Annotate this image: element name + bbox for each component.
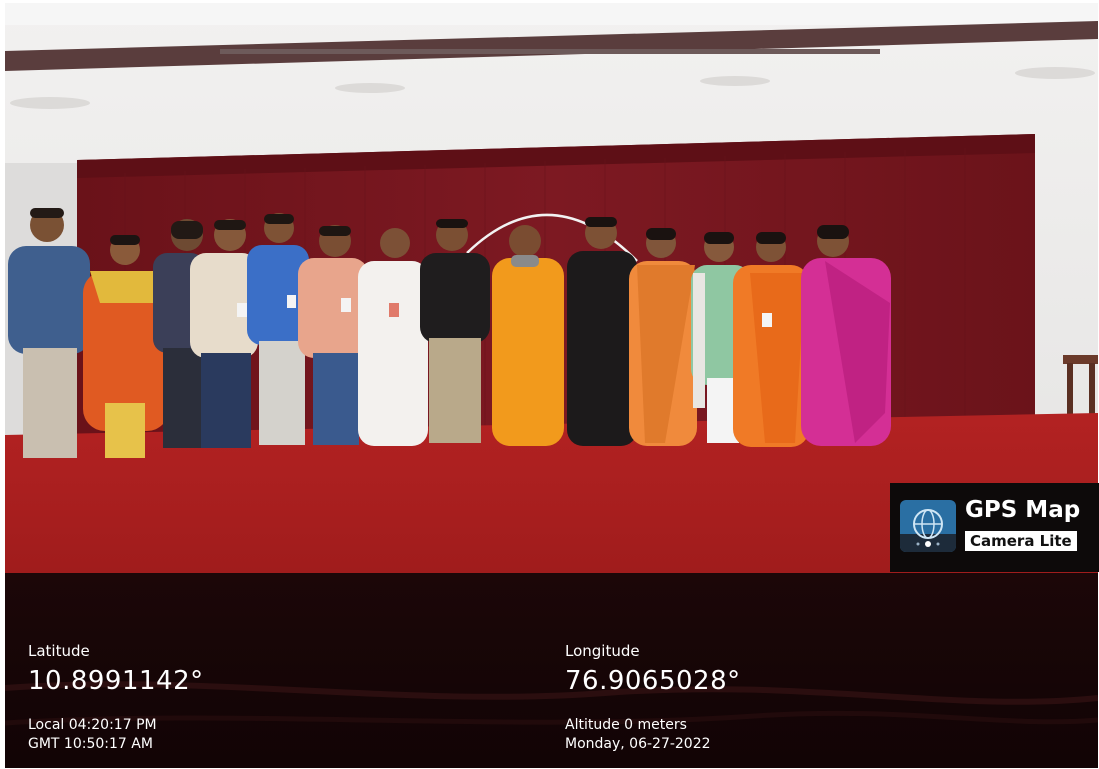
app-title: GPS Map	[965, 497, 1081, 523]
longitude-value: 76.9065028°	[565, 666, 741, 696]
local-time: Local 04:20:17 PM	[28, 717, 157, 733]
location-info-panel: Latitude 10.8991142° Local 04:20:17 PM G…	[5, 573, 1098, 768]
latitude-value: 10.8991142°	[28, 666, 204, 696]
altitude-text: Altitude 0 meters	[565, 717, 687, 733]
geotag-photo: GPS Map Camera Lite Latitude 10.8991142°…	[0, 0, 1099, 769]
gmt-time: GMT 10:50:17 AM	[28, 736, 153, 752]
latitude-label: Latitude	[28, 642, 90, 660]
globe-camera-app-icon	[900, 500, 956, 552]
app-watermark: GPS Map Camera Lite	[890, 483, 1099, 572]
longitude-label: Longitude	[565, 642, 640, 660]
app-subtitle: Camera Lite	[965, 531, 1077, 551]
date-text: Monday, 06-27-2022	[565, 736, 711, 752]
